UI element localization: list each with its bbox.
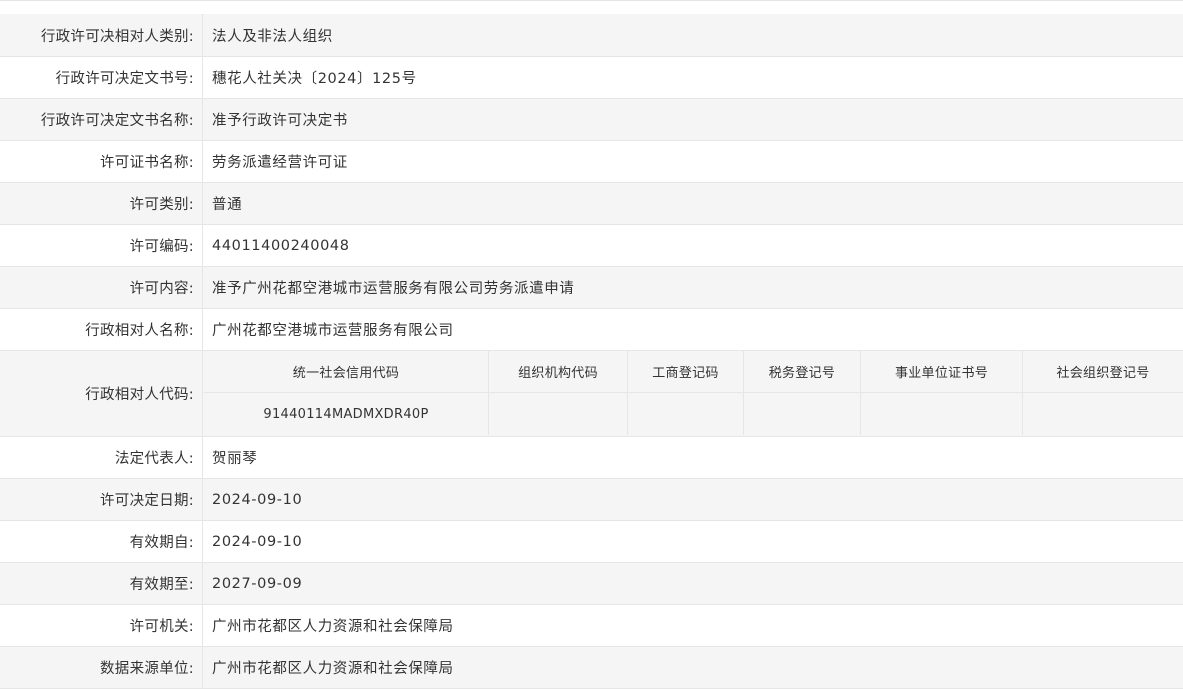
field-value: 穗花人社关决〔2024〕125号	[212, 71, 417, 87]
field-label: 许可决定日期:	[0, 479, 203, 520]
field-value: 2027-09-09	[212, 575, 303, 592]
field-value: 贺丽琴	[212, 451, 258, 467]
table-row: 许可证书名称: 劳务派遣经营许可证	[0, 141, 1183, 183]
field-value: 2024-09-10	[212, 491, 303, 508]
field-label: 有效期至:	[0, 563, 203, 604]
field-label: 行政许可决定文书名称:	[0, 99, 203, 140]
field-label: 许可类别:	[0, 183, 203, 224]
field-label: 许可编码:	[0, 225, 203, 266]
field-value: 广州花都空港城市运营服务有限公司	[212, 323, 454, 339]
field-value: 普通	[212, 197, 243, 213]
field-value: 广州市花都区人力资源和社会保障局	[212, 661, 454, 677]
field-value: 准予行政许可决定书	[212, 113, 348, 129]
value-social-org-registration-number	[1023, 393, 1183, 435]
table-row: 许可机关: 广州市花都区人力资源和社会保障局	[0, 605, 1183, 647]
field-value: 法人及非法人组织	[212, 28, 333, 45]
table-row: 行政许可决相对人类别: 法人及非法人组织	[0, 14, 1183, 57]
table-row: 许可类别: 普通	[0, 183, 1183, 225]
field-value: 准予广州花都空港城市运营服务有限公司劳务派遣申请	[212, 281, 575, 297]
license-detail-table: 行政许可决相对人类别: 法人及非法人组织 行政许可决定文书号: 穗花人社关决〔2…	[0, 0, 1183, 689]
table-row: 许可决定日期: 2024-09-10	[0, 479, 1183, 521]
field-label: 法定代表人:	[0, 437, 203, 478]
header-social-org-registration-number: 社会组织登记号	[1056, 366, 1150, 381]
field-value: 广州市花都区人力资源和社会保障局	[212, 619, 454, 635]
field-label: 有效期自:	[0, 521, 203, 562]
field-label: 许可机关:	[0, 605, 203, 646]
table-row: 有效期自: 2024-09-10	[0, 521, 1183, 563]
header-tax-registration-number: 税务登记号	[744, 351, 861, 392]
field-label: 许可证书名称:	[0, 141, 203, 182]
field-label: 行政许可决相对人类别:	[0, 14, 203, 56]
table-row: 行政许可决定文书名称: 准予行政许可决定书	[0, 99, 1183, 141]
value-org-code	[489, 393, 628, 435]
subtable-header-row: 统一社会信用代码 组织机构代码 工商登记码 税务登记号 事业单位证书号 社会组织…	[204, 351, 1183, 393]
field-value: 劳务派遣经营许可证	[212, 155, 348, 171]
field-label: 数据来源单位:	[0, 647, 203, 688]
field-label: 行政许可决定文书号:	[0, 57, 203, 98]
value-public-institution-cert-number	[861, 393, 1023, 435]
field-label: 许可内容:	[0, 267, 203, 308]
table-row: 许可内容: 准予广州花都空港城市运营服务有限公司劳务派遣申请	[0, 267, 1183, 309]
value-tax-registration-number	[744, 393, 861, 435]
table-row: 行政相对人代码: 统一社会信用代码 组织机构代码 工商登记码 税务登记号 事业单…	[0, 351, 1183, 437]
table-row: 数据来源单位: 广州市花都区人力资源和社会保障局	[0, 647, 1183, 689]
subtable-value-row: 91440114MADMXDR40P	[204, 393, 1183, 435]
table-row: 法定代表人: 贺丽琴	[0, 437, 1183, 479]
value-business-registration-code	[628, 393, 744, 435]
field-label: 行政相对人代码:	[0, 351, 203, 436]
header-business-registration-code: 工商登记码	[628, 351, 744, 392]
field-value: 44011400240048	[212, 237, 350, 254]
table-row: 有效期至: 2027-09-09	[0, 563, 1183, 605]
header-org-code: 组织机构代码	[489, 351, 628, 392]
entity-code-subtable: 统一社会信用代码 组织机构代码 工商登记码 税务登记号 事业单位证书号 社会组织…	[204, 351, 1183, 436]
value-unified-credit-code: 91440114MADMXDR40P	[204, 393, 489, 435]
header-public-institution-cert-number: 事业单位证书号	[861, 351, 1023, 392]
table-row: 行政许可决定文书号: 穗花人社关决〔2024〕125号	[0, 57, 1183, 99]
field-value: 2024-09-10	[212, 533, 303, 550]
header-unified-credit-code: 统一社会信用代码	[204, 351, 489, 392]
table-row: 许可编码: 44011400240048	[0, 225, 1183, 267]
field-label: 行政相对人名称:	[0, 309, 203, 350]
table-row: 行政相对人名称: 广州花都空港城市运营服务有限公司	[0, 309, 1183, 351]
